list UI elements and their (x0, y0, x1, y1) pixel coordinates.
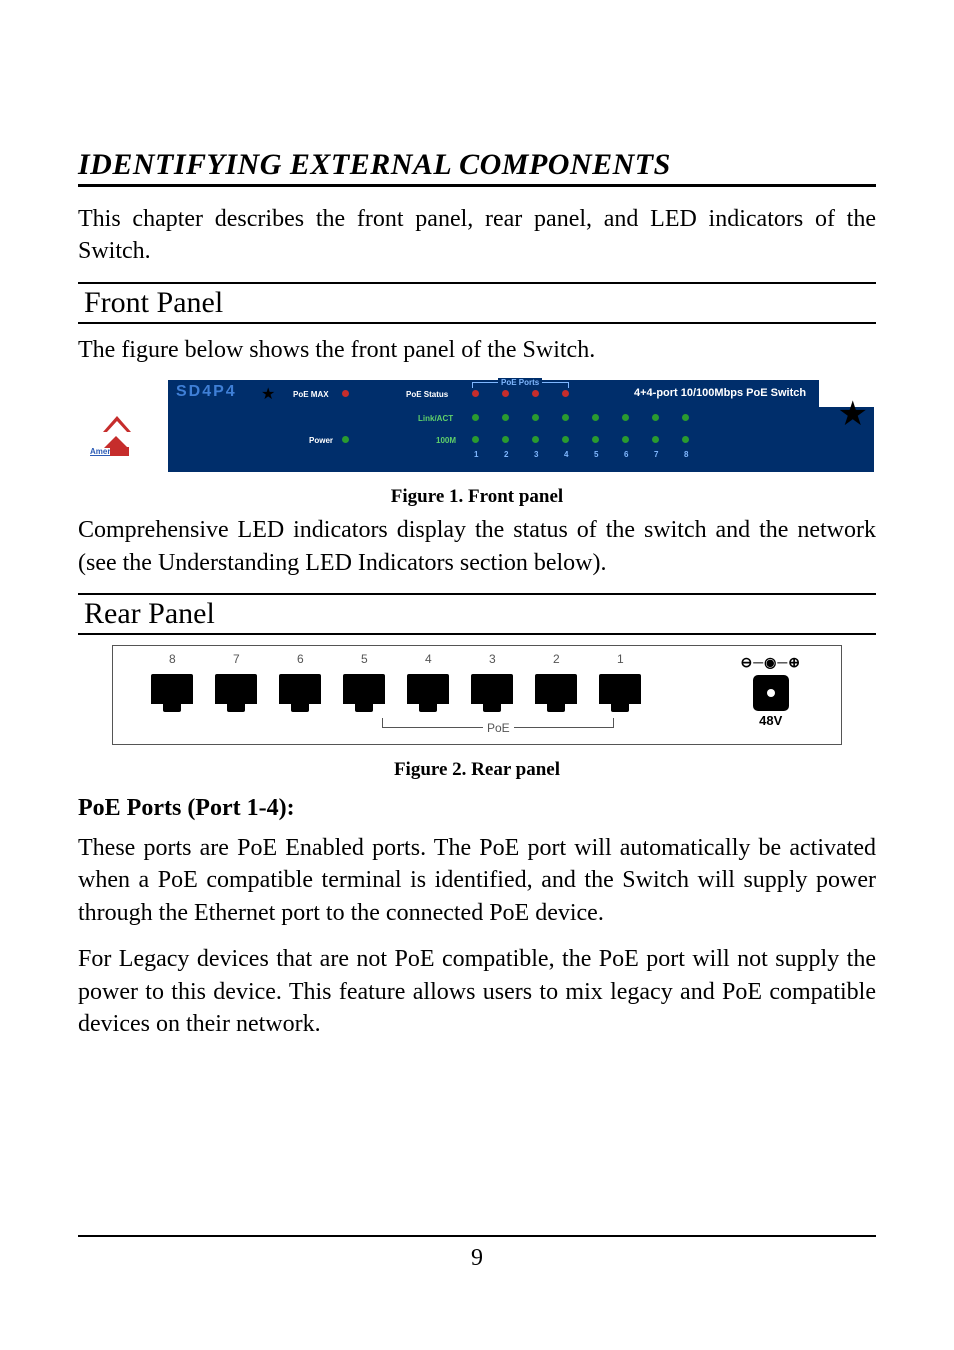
fp-port-number: 7 (654, 450, 658, 459)
rear-panel-figure: 8 7 6 5 4 3 2 1 PoE ⊖─◉─⊕ 48V (112, 645, 842, 745)
section-rear-panel: Rear Panel (78, 593, 876, 635)
rj45-port-icon (407, 674, 449, 710)
page-footer: 9 (78, 1235, 876, 1272)
voltage-label: 48V (740, 713, 801, 728)
rp-port-number: 1 (617, 652, 624, 666)
figure2-caption: Figure 2. Rear panel (78, 759, 876, 781)
poe-bracket-label: PoE (483, 721, 514, 735)
rj45-port-icon (215, 674, 257, 710)
heading-rule (78, 184, 876, 187)
fp-port-number: 8 (684, 450, 688, 459)
rj45-port-icon (343, 674, 385, 710)
star-icon: ★ (261, 384, 275, 404)
rp-port-number: 4 (425, 652, 432, 666)
page-title: IDENTIFYING EXTERNAL COMPONENTS (78, 148, 876, 184)
rp-port-number: 3 (489, 652, 496, 666)
poe-paragraph-1: These ports are PoE Enabled ports. The P… (78, 832, 876, 929)
poemax-label: PoE MAX (293, 390, 329, 399)
power-label: Power (309, 436, 333, 445)
rp-port-number: 5 (361, 652, 368, 666)
poe-ports-bracket-label: PoE Ports (498, 378, 542, 387)
fp-port-number: 5 (594, 450, 598, 459)
triangle-icon (103, 416, 131, 432)
rp-port-number: 8 (169, 652, 176, 666)
fp-port-number: 6 (624, 450, 628, 459)
fp-port-number: 3 (534, 450, 538, 459)
brand-logo: Amer.com (90, 436, 154, 456)
star-icon: ★ (838, 394, 868, 434)
rj45-port-icon (151, 674, 193, 710)
power-jack-group: ⊖─◉─⊕ 48V (740, 654, 801, 728)
fp-port-number: 4 (564, 450, 568, 459)
poe-paragraph-2: For Legacy devices that are not PoE comp… (78, 943, 876, 1040)
m100-label: 100M (436, 436, 456, 445)
rp-port-number: 2 (553, 652, 560, 666)
switch-title: 4+4-port 10/100Mbps PoE Switch (634, 387, 806, 399)
rj45-port-icon (471, 674, 513, 710)
rj45-port-icon (599, 674, 641, 710)
poe-ports-heading: PoE Ports (Port 1-4): (78, 795, 876, 822)
intro-paragraph: This chapter describes the front panel, … (78, 203, 876, 268)
section-front-panel: Front Panel (78, 282, 876, 324)
dc-jack-icon (753, 675, 789, 711)
linkact-label: Link/ACT (418, 414, 453, 423)
poe-status-label: PoE Status (406, 390, 448, 399)
rp-port-number: 7 (233, 652, 240, 666)
rp-port-number: 6 (297, 652, 304, 666)
front-panel-figure: SD4P4 ★ PoE MAX PoE Status PoE Ports 4+4… (78, 380, 874, 472)
fp-port-number: 1 (474, 450, 478, 459)
fp-port-number: 2 (504, 450, 508, 459)
figure1-caption: Figure 1. Front panel (78, 486, 876, 508)
front-panel-lead: The figure below shows the front panel o… (78, 334, 876, 366)
polarity-icon: ⊖─◉─⊕ (740, 654, 801, 671)
model-label: SD4P4 (176, 383, 237, 401)
front-panel-after: Comprehensive LED indicators display the… (78, 514, 876, 579)
rj45-port-icon (535, 674, 577, 710)
page-number: 9 (78, 1245, 876, 1272)
rj45-port-icon (279, 674, 321, 710)
